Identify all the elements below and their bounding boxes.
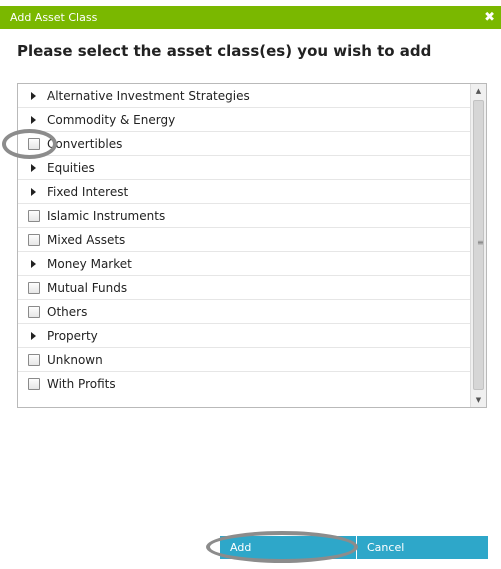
expand-arrow-icon[interactable] — [31, 164, 36, 172]
cancel-button[interactable]: Cancel — [356, 536, 488, 559]
asset-class-list: Alternative Investment Strategies Commodi… — [17, 83, 487, 408]
list-item-label: Mutual Funds — [47, 281, 128, 295]
checkbox[interactable] — [28, 306, 40, 318]
list-item-label: Islamic Instruments — [47, 209, 166, 223]
list-item[interactable]: Commodity & Energy — [18, 108, 470, 132]
dialog-heading: Please select the asset class(es) you wi… — [17, 42, 432, 60]
list-item[interactable]: Mutual Funds — [18, 276, 470, 300]
list-item[interactable]: Convertibles — [18, 132, 470, 156]
list-item[interactable]: Alternative Investment Strategies — [18, 84, 470, 108]
list-item[interactable]: Islamic Instruments — [18, 204, 470, 228]
list-item-label: Unknown — [47, 353, 103, 367]
highlight-ring-add — [206, 531, 358, 563]
dialog-titlebar: Add Asset Class ✖ — [0, 6, 501, 29]
list-item[interactable]: Money Market — [18, 252, 470, 276]
checkbox[interactable] — [28, 210, 40, 222]
expand-arrow-icon[interactable] — [31, 188, 36, 196]
list-item-label: Convertibles — [47, 137, 123, 151]
list-item[interactable]: Equities — [18, 156, 470, 180]
checkbox[interactable] — [28, 354, 40, 366]
list-item-label: Mixed Assets — [47, 233, 126, 247]
list-item[interactable]: Unknown — [18, 348, 470, 372]
list-item-label: Alternative Investment Strategies — [47, 89, 250, 103]
scroll-up-icon[interactable]: ▲ — [471, 84, 486, 98]
expand-arrow-icon[interactable] — [31, 332, 36, 340]
list-item[interactable]: Others — [18, 300, 470, 324]
list-item[interactable]: Mixed Assets — [18, 228, 470, 252]
expand-arrow-icon[interactable] — [31, 260, 36, 268]
list-item[interactable]: With Profits — [18, 372, 470, 396]
checkbox[interactable] — [28, 282, 40, 294]
list-item-label: Equities — [47, 161, 95, 175]
asset-class-rows: Alternative Investment Strategies Commodi… — [18, 84, 470, 396]
list-item-label: Commodity & Energy — [47, 113, 176, 127]
checkbox[interactable] — [28, 378, 40, 390]
dialog-title: Add Asset Class — [10, 11, 98, 24]
list-item-label: With Profits — [47, 377, 116, 391]
list-item-label: Money Market — [47, 257, 132, 271]
list-item-label: Others — [47, 305, 88, 319]
close-icon[interactable]: ✖ — [484, 6, 495, 29]
highlight-ring-convertibles — [2, 129, 57, 159]
list-scrollbar[interactable]: ▲ ≡ ▼ — [470, 84, 486, 407]
list-item[interactable]: Property — [18, 324, 470, 348]
expand-arrow-icon[interactable] — [31, 92, 36, 100]
scroll-grip-icon: ≡ — [477, 238, 484, 247]
list-item[interactable]: Fixed Interest — [18, 180, 470, 204]
scroll-down-icon[interactable]: ▼ — [471, 393, 486, 407]
list-item-label: Property — [47, 329, 98, 343]
checkbox[interactable] — [28, 234, 40, 246]
scroll-thumb[interactable]: ≡ — [473, 100, 484, 390]
expand-arrow-icon[interactable] — [31, 116, 36, 124]
list-item-label: Fixed Interest — [47, 185, 129, 199]
